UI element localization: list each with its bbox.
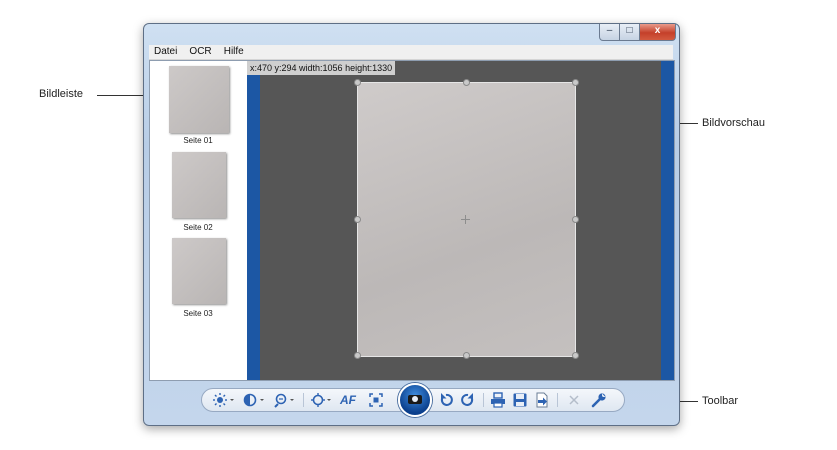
selection-coordinates: x:470 y:294 width:1056 height:1330 — [247, 61, 396, 75]
toolbar-separator — [303, 393, 304, 407]
page-thumbnail-image — [172, 152, 226, 218]
callout-bildvorschau: Bildvorschau — [702, 117, 765, 129]
thumbnail-item[interactable]: Seite 01 — [150, 61, 246, 145]
menu-datei[interactable]: Datei — [149, 45, 181, 59]
contrast-button[interactable] — [242, 392, 266, 408]
crop-handle-top[interactable] — [463, 79, 470, 86]
focus-icon — [311, 393, 331, 407]
minimize-button[interactable]: – — [599, 24, 620, 41]
print-icon — [491, 392, 505, 408]
thumbnail-item[interactable]: Seite 02 — [150, 147, 246, 232]
maximize-icon: □ — [626, 25, 633, 36]
crop-handle-top-right[interactable] — [572, 79, 579, 86]
crop-handle-bottom-right[interactable] — [572, 352, 579, 359]
thumbnail-label: Seite 02 — [183, 223, 213, 232]
autofocus-icon: AF — [340, 393, 356, 407]
callout-bildleiste: Bildleiste — [39, 88, 84, 100]
client-area: Seite 01 Seite 02 Seite 03 x:470 y:294 w… — [149, 60, 675, 381]
brightness-icon — [213, 393, 234, 407]
print-button[interactable] — [489, 392, 507, 408]
page-thumbnail-image — [172, 238, 226, 304]
menu-hilfe[interactable]: Hilfe — [219, 45, 248, 59]
image-preview[interactable]: x:470 y:294 width:1056 height:1330 — [247, 61, 674, 380]
zoom-button[interactable] — [272, 392, 296, 408]
toolbar: AF — [201, 383, 625, 417]
preview-edge-right — [661, 61, 674, 380]
settings-button[interactable] — [590, 392, 608, 408]
brightness-button[interactable] — [212, 392, 236, 408]
settings-icon — [591, 393, 606, 408]
fit-button[interactable] — [366, 392, 386, 408]
crop-handle-left[interactable] — [354, 216, 361, 223]
page-thumbnail-image — [169, 66, 229, 133]
fit-icon — [369, 393, 383, 407]
save-icon — [513, 393, 527, 407]
thumbnail-item[interactable]: Seite 03 — [150, 233, 246, 318]
callout-toolbar: Toolbar — [702, 395, 739, 407]
thumbnail-strip[interactable]: Seite 01 Seite 02 Seite 03 — [150, 61, 246, 380]
thumbnail-label: Seite 03 — [183, 309, 213, 318]
menu-ocr[interactable]: OCR — [184, 45, 215, 59]
rotate-right-button[interactable] — [459, 392, 477, 408]
minimize-icon: – — [606, 25, 613, 36]
rotate-right-icon — [461, 393, 474, 406]
camera-lens — [412, 396, 418, 402]
crop-handle-right[interactable] — [572, 216, 579, 223]
delete-button[interactable] — [565, 392, 583, 408]
toolbar-separator — [483, 393, 484, 407]
crop-handle-top-left[interactable] — [354, 79, 361, 86]
crop-handle-bottom-left[interactable] — [354, 352, 361, 359]
menu-bar: Datei OCR Hilfe — [149, 45, 673, 60]
preview-edge-left — [247, 75, 260, 380]
rotate-left-button[interactable] — [437, 392, 455, 408]
close-button[interactable]: x — [639, 24, 676, 41]
close-icon: x — [654, 25, 661, 36]
zoom-icon — [274, 393, 294, 408]
save-button[interactable] — [511, 392, 529, 408]
maximize-button[interactable]: □ — [619, 24, 640, 41]
app-window: – □ x Datei OCR Hilfe Seite 01 Seite 02 … — [143, 23, 680, 426]
thumbnail-label: Seite 01 — [183, 136, 213, 145]
focus-button[interactable] — [309, 392, 333, 408]
crop-center-crosshair-icon[interactable] — [461, 215, 470, 224]
contrast-icon — [243, 393, 264, 407]
toolbar-separator — [557, 393, 558, 407]
capture-button[interactable] — [398, 383, 432, 417]
export-icon — [536, 392, 548, 408]
crop-handle-bottom[interactable] — [463, 352, 470, 359]
export-button[interactable] — [533, 392, 551, 408]
delete-icon — [569, 395, 579, 405]
autofocus-button[interactable]: AF — [337, 392, 359, 408]
rotate-left-icon — [440, 393, 453, 406]
